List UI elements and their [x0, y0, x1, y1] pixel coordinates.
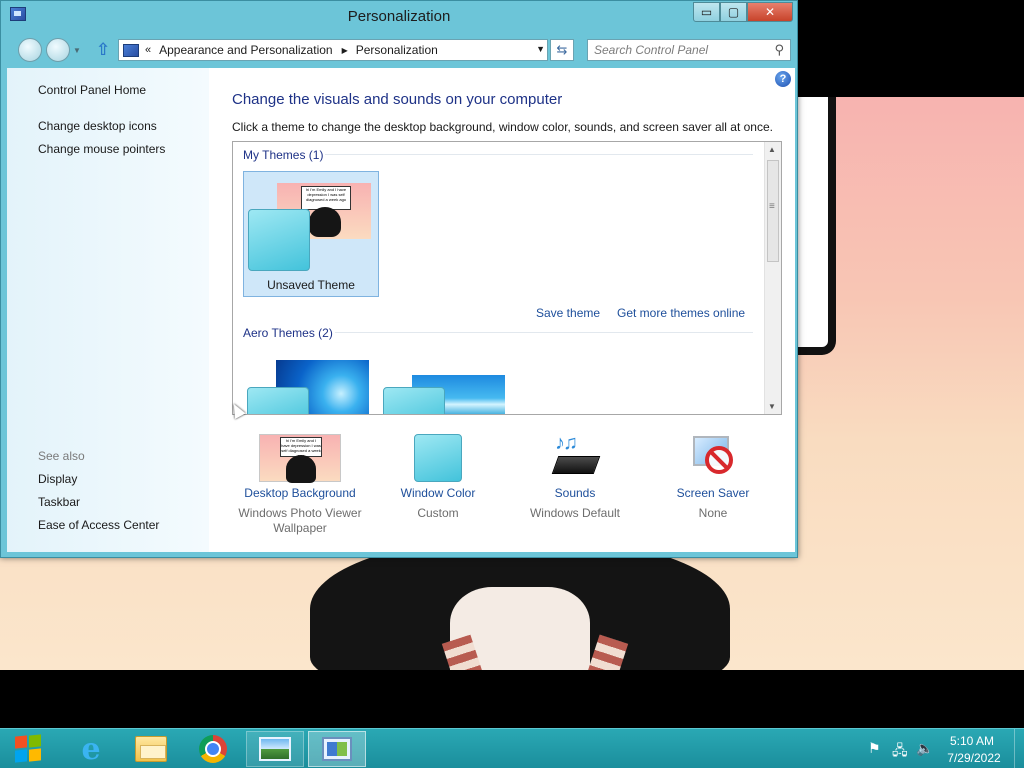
control-panel-icon [123, 43, 139, 57]
theme-name: Unsaved Theme [267, 278, 355, 292]
group-label-aero-themes: Aero Themes (2) [243, 326, 333, 340]
sidebar-link-change-desktop-icons[interactable]: Change desktop icons [38, 119, 157, 133]
search-box[interactable]: ⚲ [587, 39, 791, 61]
up-arrow-icon[interactable]: ⇧ [96, 40, 110, 60]
group-label-my-themes: My Themes (1) [243, 148, 324, 162]
breadcrumb-separator-icon[interactable]: ▶ [342, 46, 348, 55]
volume-icon[interactable]: 🔈 [916, 740, 933, 757]
page-title: Change the visuals and sounds on your co… [232, 91, 563, 108]
wallpaper-character [309, 207, 341, 237]
wallpaper-bubble-text: hi I'm Emily and I have depression I was… [280, 437, 322, 458]
taskbar-photo-viewer[interactable] [246, 731, 304, 767]
desktop-background-link[interactable]: Desktop Background [230, 486, 370, 500]
window-title: Personalization [347, 8, 451, 25]
breadcrumb-appearance[interactable]: Appearance and Personalization [159, 43, 332, 57]
no-entry-icon [705, 446, 733, 474]
main-content: ? Change the visuals and sounds on your … [209, 68, 795, 552]
group-divider [325, 154, 753, 155]
clock-time[interactable]: 5:10 AM [944, 734, 1000, 748]
close-button[interactable]: ✕ [747, 2, 793, 22]
theme-unsaved-theme[interactable]: hi I'm Emily and I have depression I was… [243, 171, 379, 297]
theme-list[interactable]: My Themes (1) hi I'm Emily and I have de… [232, 141, 782, 415]
sounds-value: Windows Default [529, 506, 621, 520]
desktop-background-icon[interactable]: hi I'm Emily and I have depression I was… [259, 434, 341, 483]
internet-explorer-icon: e [81, 731, 101, 767]
show-desktop-button[interactable] [1014, 729, 1024, 768]
address-bar[interactable]: « Appearance and Personalization ▶ Perso… [118, 39, 548, 61]
search-icon[interactable]: ⚲ [774, 42, 784, 58]
scroll-down-arrow-icon[interactable]: ▼ [768, 402, 776, 411]
window-color-value: Custom [417, 506, 459, 520]
sidebar-link-display[interactable]: Display [38, 472, 77, 486]
window-color-icon[interactable] [414, 434, 462, 482]
taskbar-internet-explorer[interactable]: e [62, 731, 120, 767]
recent-locations-chevron-down-icon[interactable]: ▼ [73, 46, 81, 55]
sidebar-link-control-panel-home[interactable]: Control Panel Home [38, 83, 146, 97]
save-theme-link[interactable]: Save theme [536, 306, 600, 320]
sounds-link[interactable]: Sounds [505, 486, 645, 500]
group-divider [335, 332, 753, 333]
help-icon[interactable]: ? [775, 71, 791, 87]
screen-saver-value: None [698, 506, 728, 520]
minimize-button[interactable]: ▭ [693, 2, 720, 22]
system-tray: ⚑ 🖧 🔈 5:10 AM 7/29/2022 [860, 729, 1024, 768]
scrollbar-thumb[interactable] [767, 160, 779, 262]
personalization-window: Personalization ▭ ▢ ✕ ▼ ⇧ « Appearance a… [0, 0, 798, 558]
photo-viewer-icon [259, 737, 291, 761]
desktop-background-value: Windows Photo Viewer Wallpaper [238, 506, 362, 535]
piano-keyboard-icon [551, 456, 601, 474]
screen-saver-link[interactable]: Screen Saver [643, 486, 783, 500]
back-arrow-icon[interactable] [18, 38, 42, 62]
window-color-link[interactable]: Window Color [368, 486, 508, 500]
title-bar[interactable]: Personalization ▭ ▢ ✕ [1, 1, 797, 33]
sidebar: Control Panel Home Change desktop icons … [7, 68, 209, 552]
forward-arrow-icon[interactable] [46, 38, 70, 62]
folder-icon [135, 736, 167, 762]
theme-color-swatch [247, 387, 309, 414]
get-more-themes-link[interactable]: Get more themes online [617, 306, 745, 320]
network-icon[interactable]: 🖧 [892, 740, 908, 764]
search-input[interactable] [588, 40, 768, 60]
breadcrumb-personalization[interactable]: Personalization [356, 43, 438, 57]
windows-logo-icon [14, 734, 42, 763]
music-notes-icon: ♪♫ [555, 432, 578, 454]
taskbar-control-panel[interactable] [308, 731, 366, 767]
action-center-flag-icon[interactable]: ⚑ [868, 740, 881, 757]
chrome-icon [199, 735, 227, 763]
wallpaper-character [286, 455, 316, 483]
sidebar-link-ease-of-access-center[interactable]: Ease of Access Center [38, 518, 159, 532]
navigation-bar: ▼ ⇧ « Appearance and Personalization ▶ P… [1, 33, 797, 67]
page-description: Click a theme to change the desktop back… [232, 120, 773, 134]
taskbar-chrome[interactable] [184, 731, 242, 767]
refresh-icon[interactable]: ⇆ [550, 39, 574, 61]
window-color-item[interactable]: Window Color Custom [368, 434, 508, 521]
control-panel-icon [322, 737, 352, 761]
taskbar-file-explorer[interactable] [122, 731, 180, 767]
taskbar: e ⚑ 🖧 🔈 5:10 AM 7/29/2022 [0, 728, 1024, 768]
clock-date[interactable]: 7/29/2022 [940, 751, 1008, 765]
breadcrumb-overflow[interactable]: « [145, 44, 151, 56]
desktop-background-item[interactable]: hi I'm Emily and I have depression I was… [230, 434, 370, 536]
address-dropdown-chevron-icon[interactable]: ▼ [536, 44, 545, 54]
sounds-item[interactable]: ♪♫ Sounds Windows Default [505, 432, 645, 521]
theme-color-swatch [248, 209, 310, 271]
sounds-icon[interactable]: ♪♫ [551, 432, 601, 482]
see-also-heading: See also [38, 449, 85, 463]
screen-saver-item[interactable]: Screen Saver None [643, 434, 783, 521]
theme-list-scrollbar[interactable]: ▲ ▼ [764, 142, 781, 414]
start-button[interactable] [0, 731, 56, 767]
maximize-button[interactable]: ▢ [720, 2, 747, 22]
sidebar-link-taskbar[interactable]: Taskbar [38, 495, 80, 509]
screen-saver-icon[interactable] [689, 434, 737, 482]
theme-color-swatch [383, 387, 445, 414]
sidebar-link-change-mouse-pointers[interactable]: Change mouse pointers [38, 142, 165, 156]
scroll-up-arrow-icon[interactable]: ▲ [768, 145, 776, 154]
